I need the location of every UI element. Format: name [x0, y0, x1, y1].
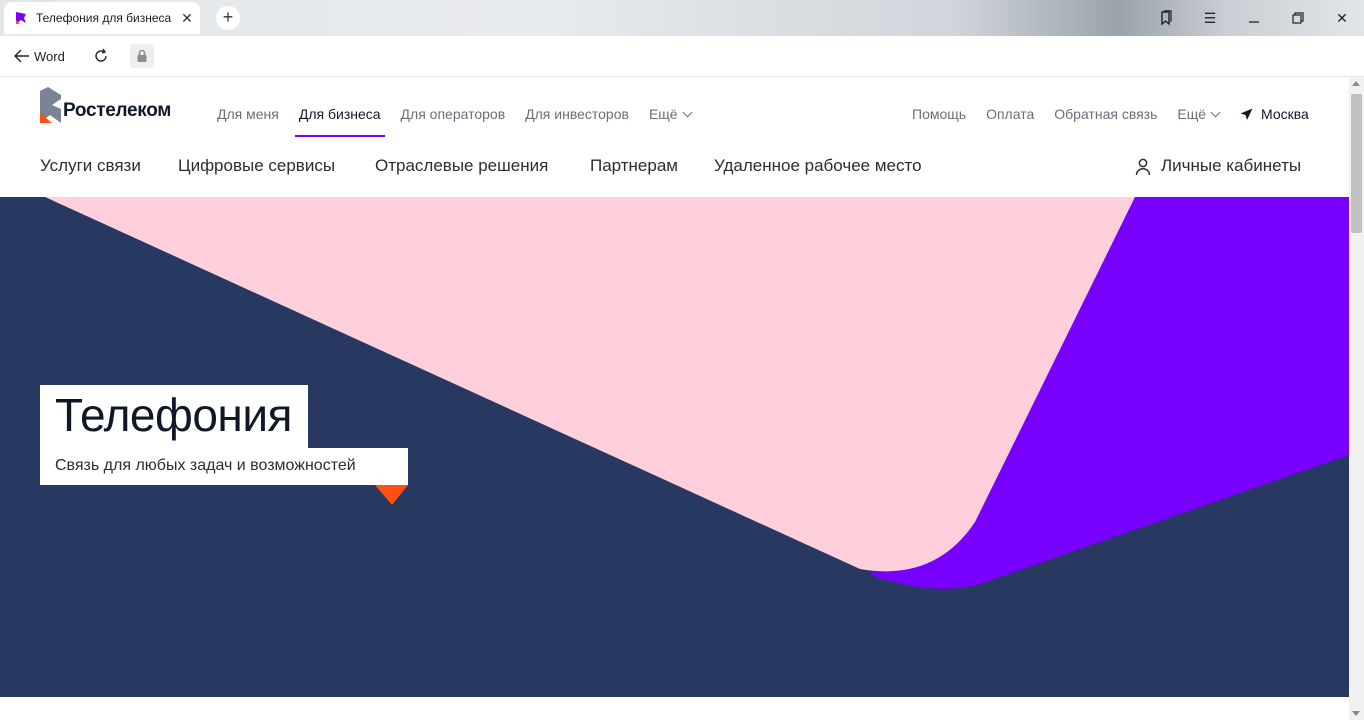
close-icon[interactable]: ✕	[179, 10, 195, 26]
plus-icon[interactable]: +	[216, 6, 240, 30]
nav-item-for-operators[interactable]: Для операторов	[401, 77, 506, 137]
location-arrow-icon	[1240, 108, 1253, 120]
personal-accounts-link[interactable]: Личные кабинеты	[1134, 137, 1301, 197]
subnav-item-industry[interactable]: Отраслевые решения	[375, 137, 548, 197]
site-header: Ростелеком Для меня Для бизнеса Для опер…	[0, 77, 1349, 138]
hero-title-box: Телефония	[40, 385, 308, 448]
back-button[interactable]: Word	[14, 46, 65, 66]
chevron-down-icon	[682, 107, 693, 118]
hero-subtitle-box: Связь для любых задач и возможностей	[40, 448, 408, 485]
scroll-up-icon[interactable]	[1352, 81, 1360, 86]
bookmarks-icon[interactable]	[1155, 8, 1177, 28]
city-selector[interactable]: Москва	[1240, 77, 1309, 137]
page-scrollbar[interactable]	[1349, 77, 1364, 720]
subnav-item-remote-work[interactable]: Удаленное рабочее место	[714, 137, 922, 197]
menu-icon[interactable]: ☰	[1199, 8, 1221, 28]
rostelecom-logo-icon	[40, 87, 61, 123]
address-bar: Word	[0, 36, 1364, 77]
nav-item-help[interactable]: Помощь	[912, 77, 966, 137]
chevron-down-icon	[1210, 107, 1221, 118]
main-nav: Для меня Для бизнеса Для операторов Для …	[217, 77, 711, 137]
logo-text: Ростелеком	[63, 100, 172, 121]
logo[interactable]: Ростелеком	[40, 87, 190, 125]
nav-more-label: Ещё	[648, 106, 678, 122]
sub-nav: Услуги связи Цифровые сервисы Отраслевые…	[0, 137, 1349, 197]
scroll-down-icon[interactable]	[1352, 711, 1360, 716]
back-label: Word	[34, 48, 65, 64]
tab-title: Телефония для бизнеса	[36, 11, 172, 25]
subnav-item-communication[interactable]: Услуги связи	[40, 137, 141, 197]
user-icon	[1135, 158, 1151, 176]
nav-item-feedback[interactable]: Обратная связь	[1054, 77, 1157, 137]
hero-subtitle: Связь для любых задач и возможностей	[55, 457, 356, 474]
browser-tab-bar: Телефония для бизнеса ✕ + ☰ ✕	[0, 0, 1364, 36]
city-label: Москва	[1261, 106, 1309, 122]
nav-more-right-label: Ещё	[1177, 106, 1207, 122]
lock-icon[interactable]	[130, 44, 154, 68]
favicon-icon	[16, 12, 26, 24]
secondary-nav: Помощь Оплата Обратная связь Ещё	[912, 77, 1239, 137]
browser-tab[interactable]: Телефония для бизнеса ✕	[4, 2, 200, 34]
speech-bubble-tail	[375, 485, 408, 505]
nav-item-payment[interactable]: Оплата	[986, 77, 1034, 137]
subnav-item-digital[interactable]: Цифровые сервисы	[178, 137, 335, 197]
nav-item-for-me[interactable]: Для меня	[217, 77, 279, 137]
nav-item-more-right[interactable]: Ещё	[1177, 77, 1221, 137]
personal-accounts-label: Личные кабинеты	[1161, 156, 1302, 175]
subnav-item-partners[interactable]: Партнерам	[590, 137, 678, 197]
close-window-icon[interactable]: ✕	[1331, 8, 1353, 28]
reload-icon[interactable]	[92, 47, 110, 65]
nav-item-more[interactable]: Ещё	[648, 77, 693, 137]
back-arrow-icon	[14, 49, 29, 63]
minimize-icon[interactable]	[1243, 8, 1265, 28]
restore-icon[interactable]	[1287, 8, 1309, 28]
nav-item-for-business[interactable]: Для бизнеса	[294, 77, 385, 137]
nav-item-for-investors[interactable]: Для инвесторов	[525, 77, 629, 137]
scroll-thumb[interactable]	[1351, 94, 1362, 233]
hero-banner: Телефония Связь для любых задач и возмож…	[0, 197, 1349, 697]
hero-title: Телефония	[55, 389, 292, 441]
